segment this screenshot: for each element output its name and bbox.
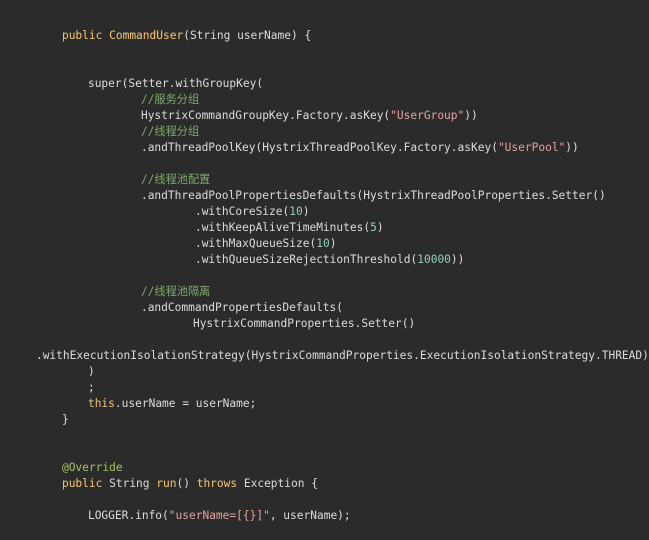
code-line-super: super(Setter.withGroupKey( — [61, 60, 263, 90]
code-line-max-queue: .withMaxQueueSize(10) — [168, 220, 336, 250]
code-line-comment-pool-config: //线程池配置 — [114, 156, 210, 186]
code-text: .andThreadPoolKey(HystrixThreadPoolKey.F… — [140, 141, 498, 154]
keyword-throws: throws — [196, 477, 244, 490]
code-line-rejection-threshold: .withQueueSizeRejectionThreshold(10000)) — [168, 236, 464, 266]
code-text: .withExecutionIsolationStrategy(HystrixC… — [35, 349, 649, 362]
code-text: .withQueueSizeRejectionThreshold( — [194, 253, 418, 266]
code-line-thread-pool-key: .andThreadPoolKey(HystrixThreadPoolKey.F… — [114, 124, 579, 154]
code-line-close-paren: ) — [61, 348, 95, 378]
code-text: } — [61, 413, 69, 426]
code-line-comment-isolation: //线程池隔离 — [114, 268, 210, 298]
keyword-public: public — [61, 477, 110, 490]
code-line-semicolon: ; — [61, 364, 95, 394]
code-line-override: @Override — [35, 444, 123, 474]
code-text: () — [176, 477, 197, 490]
code-text: )) — [450, 253, 465, 266]
constructor-name: CommandUser — [109, 29, 184, 42]
code-text: HystrixCommandProperties.Setter() — [192, 317, 416, 330]
keyword-public: public — [61, 29, 110, 42]
code-line-group-key: HystrixCommandGroupKey.Factory.asKey("Us… — [114, 92, 478, 122]
code-text: ) — [376, 221, 384, 234]
code-text: LOGGER.info( — [87, 509, 169, 522]
keyword-this: this — [87, 397, 115, 410]
number-literal: 5 — [370, 221, 377, 234]
code-line-isolation-strategy: .withExecutionIsolationStrategy(HystrixC… — [9, 332, 649, 362]
number-literal: 10000 — [417, 253, 451, 266]
code-line-constructor: public CommandUser(String userName) { — [35, 12, 311, 42]
code-text: , userName); — [269, 509, 351, 522]
code-text: )) — [464, 109, 478, 122]
method-name: run — [156, 477, 177, 490]
string-literal: "UserPool" — [497, 141, 566, 154]
code-editor[interactable]: public CommandUser(String userName) { su… — [0, 0, 649, 522]
code-line-command-setter: HystrixCommandProperties.Setter() — [166, 300, 415, 330]
code-line-assign-username: this.userName = userName; — [61, 380, 256, 410]
code-line-command-properties: .andCommandPropertiesDefaults( — [114, 284, 343, 314]
code-line-comment-group: //服务分组 — [114, 76, 199, 106]
code-line-core-size: .withCoreSize(10) — [168, 188, 310, 218]
string-literal: "userName=[{}]" — [168, 509, 270, 522]
code-text: Exception { — [243, 477, 318, 490]
constructor-signature: (String userName) { — [183, 29, 312, 42]
code-line-keepalive: .withKeepAliveTimeMinutes(5) — [168, 204, 384, 234]
code-line-pool-properties: .andThreadPoolPropertiesDefaults(Hystrix… — [114, 172, 606, 202]
code-text: .userName = userName; — [114, 397, 257, 410]
code-line-logger: LOGGER.info("userName=[{}]", userName); — [61, 492, 351, 522]
code-line-comment-thread-group: //线程分组 — [114, 108, 199, 138]
string-literal: "UserGroup" — [390, 109, 465, 122]
code-text: )) — [565, 141, 579, 154]
code-line-run-method: public String run() throws Exception { — [35, 460, 318, 490]
return-type: String — [109, 477, 157, 490]
code-line-close-brace: } — [35, 396, 69, 426]
